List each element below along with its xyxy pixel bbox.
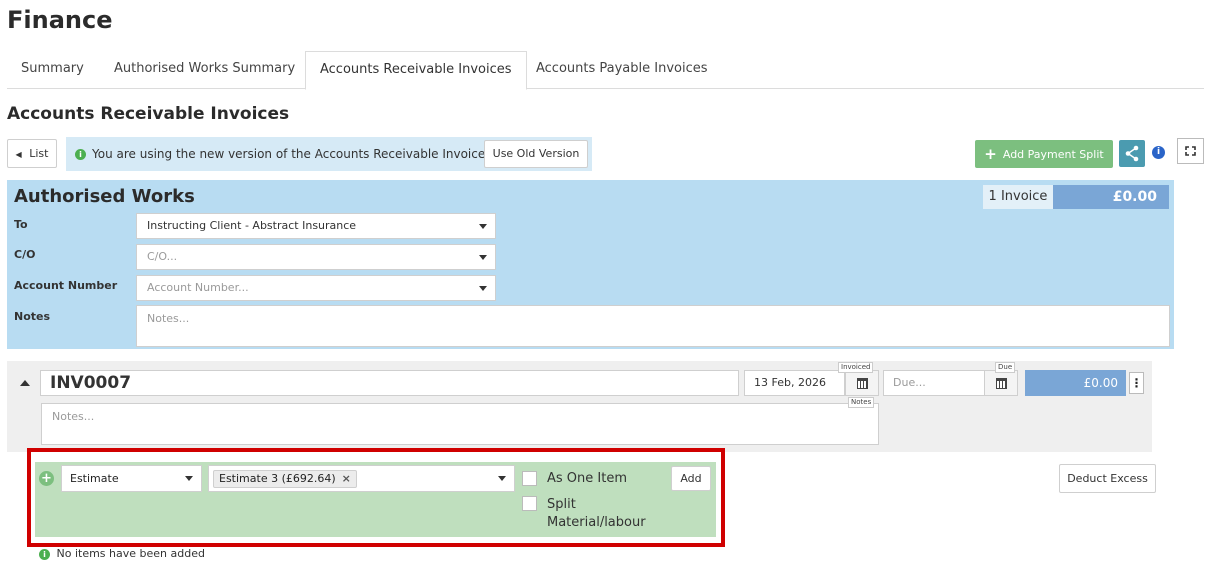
add-item-panel: + Estimate Estimate 3 (£692.64) × As One …: [35, 462, 716, 537]
list-button-label: List: [29, 147, 49, 160]
add-payment-split-button[interactable]: + Add Payment Split: [975, 140, 1113, 168]
plus-icon: +: [984, 145, 997, 163]
invoiced-tag: Invoiced: [838, 362, 874, 373]
info-icon: i: [39, 549, 50, 560]
chevron-down-icon: [479, 255, 487, 260]
chevron-down-icon: [479, 224, 487, 229]
selected-estimate-chip: Estimate 3 (£692.64) ×: [213, 470, 357, 488]
invoice-amount: £0.00: [1025, 370, 1126, 396]
use-old-version-button[interactable]: Use Old Version: [484, 140, 588, 168]
deduct-excess-button[interactable]: Deduct Excess: [1059, 464, 1156, 493]
co-select[interactable]: C/O...: [136, 244, 496, 270]
more-options-icon[interactable]: ⋮: [1129, 372, 1144, 394]
calendar-icon: [856, 378, 868, 389]
tab-bar: Summary Authorised Works Summary Account…: [7, 51, 1204, 90]
tab-accounts-payable-invoices[interactable]: Accounts Payable Invoices: [522, 51, 722, 89]
estimate-multiselect[interactable]: Estimate 3 (£692.64) ×: [208, 465, 515, 492]
calendar-icon: [995, 378, 1007, 389]
account-number-label: Account Number: [14, 279, 118, 292]
chevron-down-icon: [479, 286, 487, 291]
notes-tag: Notes: [848, 397, 875, 408]
as-one-item-label: As One Item: [547, 471, 627, 486]
help-info-icon[interactable]: i: [1152, 146, 1165, 159]
list-button[interactable]: ◀ List: [7, 139, 57, 168]
tab-authorised-works-summary[interactable]: Authorised Works Summary: [100, 51, 309, 89]
split-material-labour-checkbox[interactable]: [522, 496, 537, 511]
no-items-message: i No items have been added: [39, 547, 205, 560]
authorised-works-panel: Authorised Works 1 Invoice £0.00 To Inst…: [7, 180, 1174, 349]
section-title: Accounts Receivable Invoices: [7, 104, 290, 124]
notes-field[interactable]: Notes...: [136, 305, 1170, 347]
invoice-notes-field[interactable]: Notes...: [41, 403, 879, 445]
no-items-text: No items have been added: [56, 547, 205, 560]
invoiced-calendar-button[interactable]: [845, 370, 879, 396]
due-date-input[interactable]: Due...: [883, 370, 986, 396]
page-title: Finance: [7, 6, 113, 34]
add-item-button[interactable]: Add: [671, 466, 711, 491]
expand-icon: [1185, 146, 1196, 156]
invoiced-date-input[interactable]: 13 Feb, 2026: [744, 370, 845, 396]
to-select[interactable]: Instructing Client - Abstract Insurance: [136, 213, 496, 239]
authorised-works-title: Authorised Works: [14, 186, 195, 207]
chevron-down-icon: [185, 476, 193, 481]
plus-circle-icon[interactable]: +: [39, 471, 54, 486]
caret-left-icon: ◀: [15, 150, 22, 159]
collapse-up-icon[interactable]: [20, 380, 30, 386]
item-type-select[interactable]: Estimate: [61, 465, 202, 492]
account-number-placeholder: Account Number...: [147, 281, 249, 294]
notes-label: Notes: [14, 310, 51, 323]
co-placeholder: C/O...: [147, 250, 178, 263]
account-number-select[interactable]: Account Number...: [136, 275, 496, 301]
co-label: C/O: [14, 248, 36, 261]
invoice-panel: INV0007 13 Feb, 2026 Invoiced Due... Due…: [7, 361, 1152, 452]
selected-estimate-label: Estimate 3 (£692.64): [219, 472, 336, 485]
authorised-works-total: £0.00: [1053, 185, 1169, 209]
split-label-line2: Material/labour: [547, 515, 646, 530]
to-select-value: Instructing Client - Abstract Insurance: [147, 219, 357, 232]
as-one-item-checkbox[interactable]: [522, 471, 537, 486]
to-label: To: [14, 218, 28, 231]
due-tag: Due: [995, 362, 1016, 373]
invoice-number-input[interactable]: INV0007: [40, 370, 739, 396]
new-version-info-bar: i You are using the new version of the A…: [66, 137, 592, 171]
info-icon: i: [75, 149, 86, 160]
share-button[interactable]: [1119, 140, 1145, 167]
item-type-value: Estimate: [70, 472, 119, 485]
split-label-line1: Split: [547, 497, 576, 512]
invoice-count-badge: 1 Invoice: [983, 185, 1053, 209]
tab-accounts-receivable-invoices[interactable]: Accounts Receivable Invoices: [305, 51, 527, 90]
share-icon: [1125, 145, 1139, 162]
chevron-down-icon: [498, 476, 506, 481]
fullscreen-button[interactable]: [1177, 138, 1204, 164]
info-message: You are using the new version of the Acc…: [92, 147, 492, 161]
tab-summary[interactable]: Summary: [7, 51, 98, 89]
remove-icon[interactable]: ×: [342, 472, 351, 485]
due-calendar-button[interactable]: [984, 370, 1018, 396]
add-payment-split-label: Add Payment Split: [1002, 148, 1104, 161]
